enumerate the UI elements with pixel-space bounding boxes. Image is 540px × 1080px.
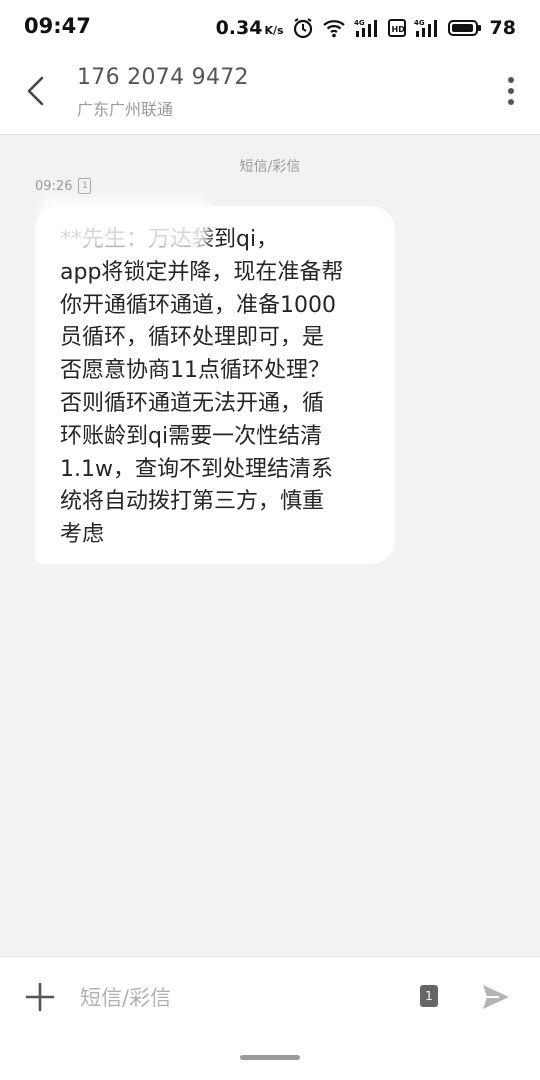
status-bar: 09:47 0.34 K/s 4G HD 4G 78 xyxy=(0,0,540,56)
more-vertical-icon xyxy=(508,77,514,105)
battery-level: 78 xyxy=(489,17,516,39)
svg-text:4G: 4G xyxy=(414,19,425,27)
message-time: 09:26 xyxy=(35,178,73,194)
alarm-icon xyxy=(292,17,314,39)
battery-icon xyxy=(447,19,482,37)
status-icons: 0.34 K/s 4G HD 4G 78 xyxy=(216,14,516,42)
conversation-header: 176 2074 9472 广东广州联通 xyxy=(0,56,540,135)
signal-4g-icon: 4G xyxy=(354,17,380,39)
contact-number: 176 2074 9472 xyxy=(77,65,249,90)
status-time: 09:47 xyxy=(24,14,91,38)
contact-region: 广东广州联通 xyxy=(77,100,174,119)
attach-button[interactable] xyxy=(22,979,58,1015)
redaction-blur xyxy=(40,198,208,250)
compose-bar: 1 xyxy=(0,956,540,1037)
send-button[interactable] xyxy=(480,981,512,1013)
wifi-icon xyxy=(322,18,346,38)
message-input[interactable] xyxy=(78,977,402,1019)
plus-icon xyxy=(25,982,55,1012)
sim-select-button[interactable]: 1 xyxy=(420,985,438,1007)
more-options-button[interactable] xyxy=(502,74,520,108)
hd-icon: HD xyxy=(387,18,406,38)
net-speed-unit: K/s xyxy=(264,24,284,37)
home-indicator[interactable] xyxy=(240,1055,300,1060)
send-icon xyxy=(483,985,509,1009)
signal-4g-secondary-icon: 4G xyxy=(414,17,440,39)
message-type-label: 短信/彩信 xyxy=(239,159,301,175)
svg-text:HD: HD xyxy=(391,25,405,34)
chevron-left-icon xyxy=(27,76,44,106)
back-button[interactable] xyxy=(18,74,52,108)
message-text: **先生：万达袋到qi， app将锁定并降，现在准备帮 你开通循环通道，准备10… xyxy=(60,227,344,548)
svg-text:4G: 4G xyxy=(354,19,365,27)
net-speed: 0.34 K/s xyxy=(215,17,284,39)
sim-card-icon: 1 xyxy=(78,178,92,194)
message-bubble[interactable]: **先生：万达袋到qi， app将锁定并降，现在准备帮 你开通循环通道，准备10… xyxy=(35,198,395,564)
message-timestamp: 09:26 1 xyxy=(35,178,92,194)
navigation-bar xyxy=(0,1036,540,1080)
